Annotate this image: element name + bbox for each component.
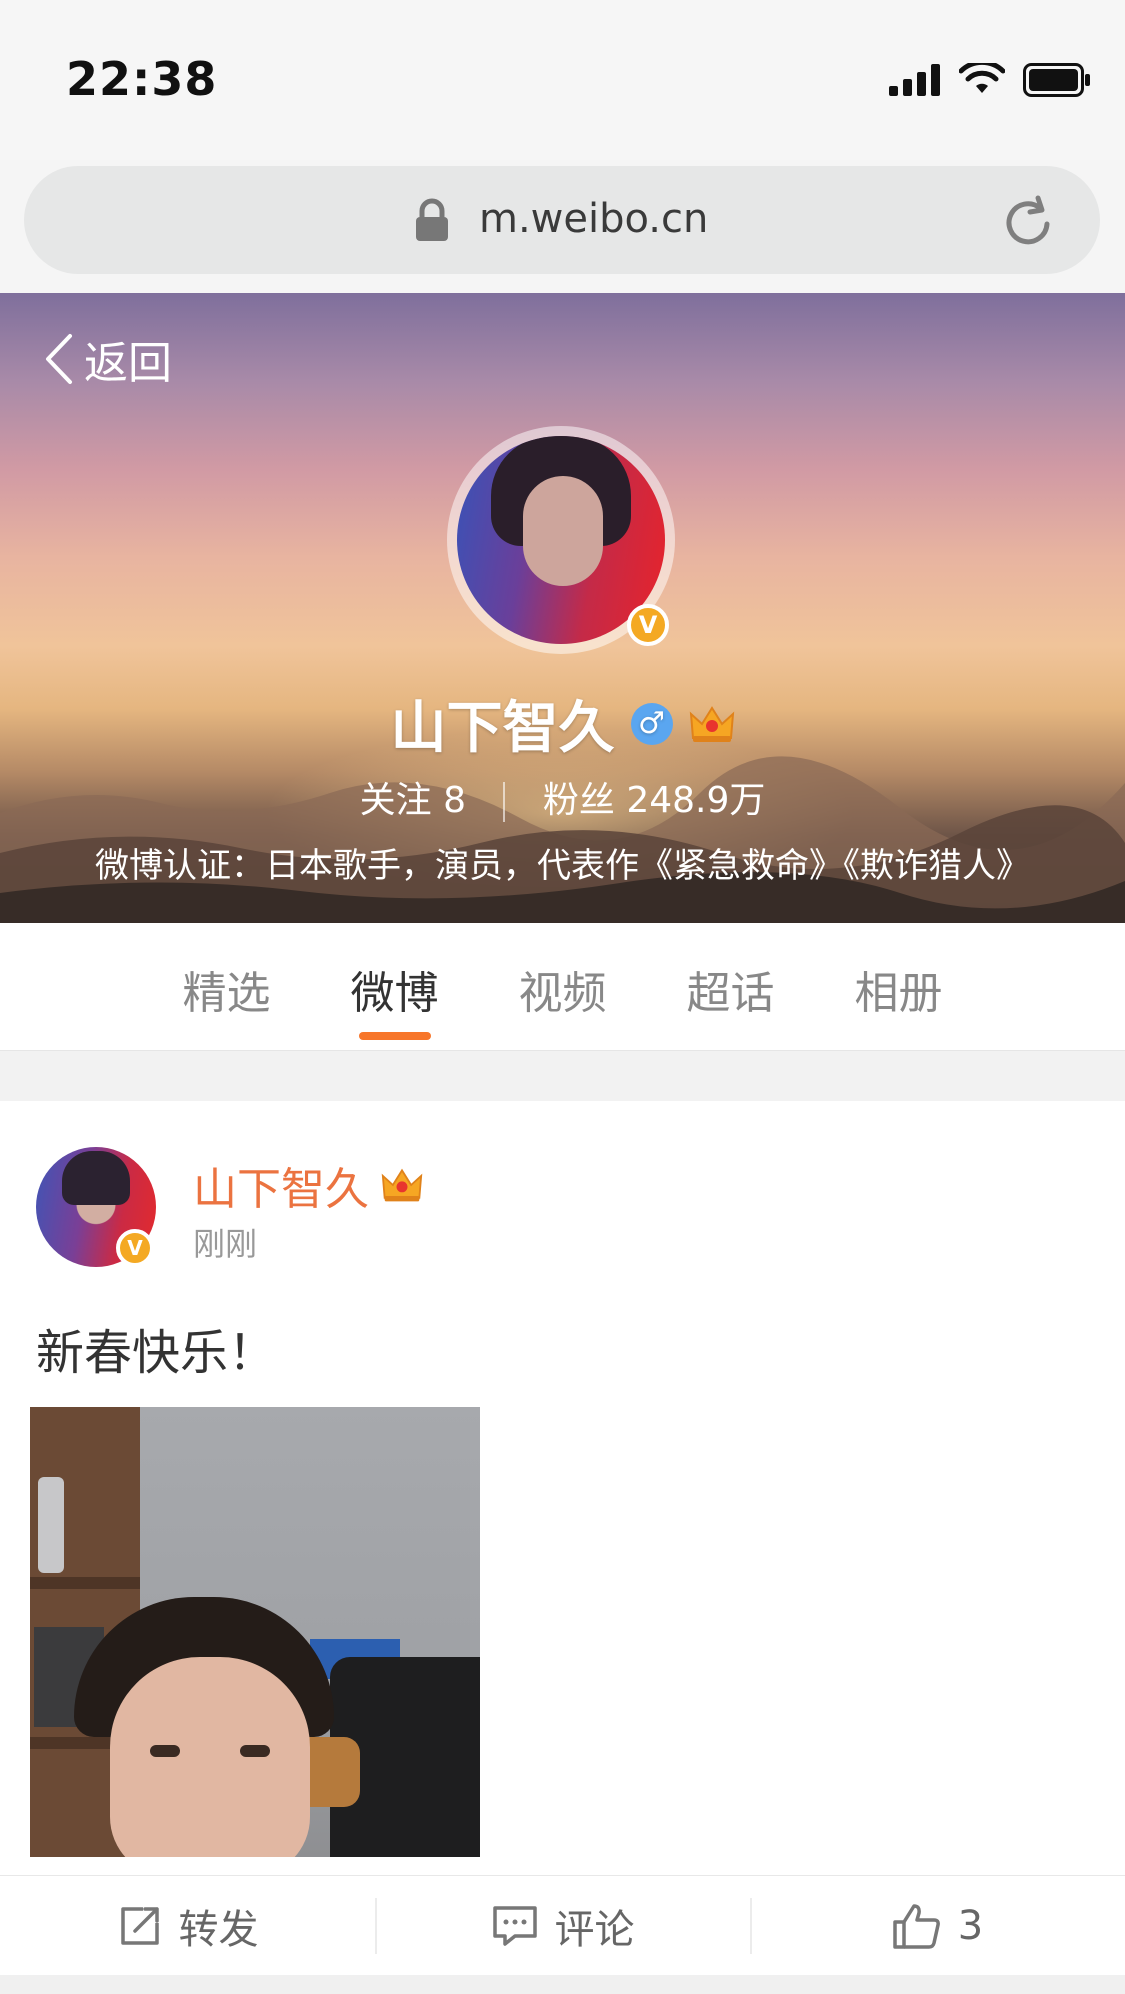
reload-icon[interactable] [1000, 194, 1056, 250]
status-icons [889, 60, 1091, 100]
post-author-row: 山下智久 [193, 1153, 423, 1217]
crown-member-icon [381, 1168, 423, 1202]
profile-name: 山下智久 [390, 696, 615, 761]
back-button[interactable]: 返回 [44, 327, 172, 391]
post-author-avatar[interactable]: V [36, 1147, 156, 1267]
post-action-bar: 转发 评论 3 [0, 1875, 1125, 1976]
post-image[interactable] [30, 1407, 480, 1857]
battery-icon [1023, 63, 1090, 97]
section-divider [0, 1050, 1125, 1102]
crown-member-icon [689, 705, 734, 742]
profile-avatar[interactable]: V [447, 426, 675, 654]
post-time: 刚刚 [193, 1225, 258, 1263]
stat-divider [503, 782, 506, 822]
comment-icon [492, 1906, 537, 1946]
like-count: 3 [957, 1903, 984, 1949]
signal-icon [889, 64, 940, 96]
comment-label: 评论 [554, 1907, 635, 1953]
followers-stat[interactable]: 粉丝 248.9万 [543, 780, 766, 821]
bottom-strip [0, 1975, 1125, 1994]
verification-text: 微博认证：日本歌手，演员，代表作《紧急救命》《欺诈猎人》 [95, 846, 1030, 886]
profile-tabs: 精选 微博 视频 超话 相册 [0, 923, 1125, 1050]
tab-supertopic[interactable]: 超话 [647, 923, 815, 1050]
follow-stats: 关注 8 粉丝 248.9万 [0, 771, 1125, 823]
comment-button[interactable]: 评论 [375, 1876, 750, 1976]
url-text: m.weibo.cn [479, 196, 709, 242]
url-bar[interactable]: m.weibo.cn [24, 166, 1100, 274]
lock-icon [416, 198, 448, 241]
post-card: V 山下智久 刚刚 新春快乐！ [0, 1101, 1125, 1975]
thumbs-up-icon [893, 1904, 940, 1949]
profile-cover: 返回 V 山下智久 ♂ 关注 8 粉丝 248.9万 微博认证：日本歌手，演员，… [0, 293, 1125, 923]
tab-videos[interactable]: 视频 [479, 923, 647, 1050]
status-bar: 22:38 [0, 0, 1125, 160]
tab-albums[interactable]: 相册 [815, 923, 983, 1050]
post-text: 新春快乐！ [36, 1325, 277, 1381]
like-button[interactable]: 3 [750, 1876, 1125, 1976]
back-label: 返回 [84, 338, 172, 389]
following-stat[interactable]: 关注 8 [360, 780, 466, 821]
verified-badge: V [627, 604, 669, 646]
gender-male-icon: ♂ [630, 702, 673, 745]
status-time: 22:38 [66, 52, 218, 106]
tab-weibo[interactable]: 微博 [311, 923, 479, 1050]
chevron-left-icon [46, 334, 72, 384]
wifi-icon [959, 63, 1005, 93]
repost-label: 转发 [178, 1907, 259, 1953]
post-verified-badge: V [116, 1229, 154, 1267]
post-author-name[interactable]: 山下智久 [193, 1153, 369, 1217]
repost-button[interactable]: 转发 [0, 1876, 375, 1976]
tab-featured[interactable]: 精选 [143, 923, 311, 1050]
repost-icon [120, 1907, 159, 1945]
profile-name-row: 山下智久 ♂ [0, 683, 1125, 764]
